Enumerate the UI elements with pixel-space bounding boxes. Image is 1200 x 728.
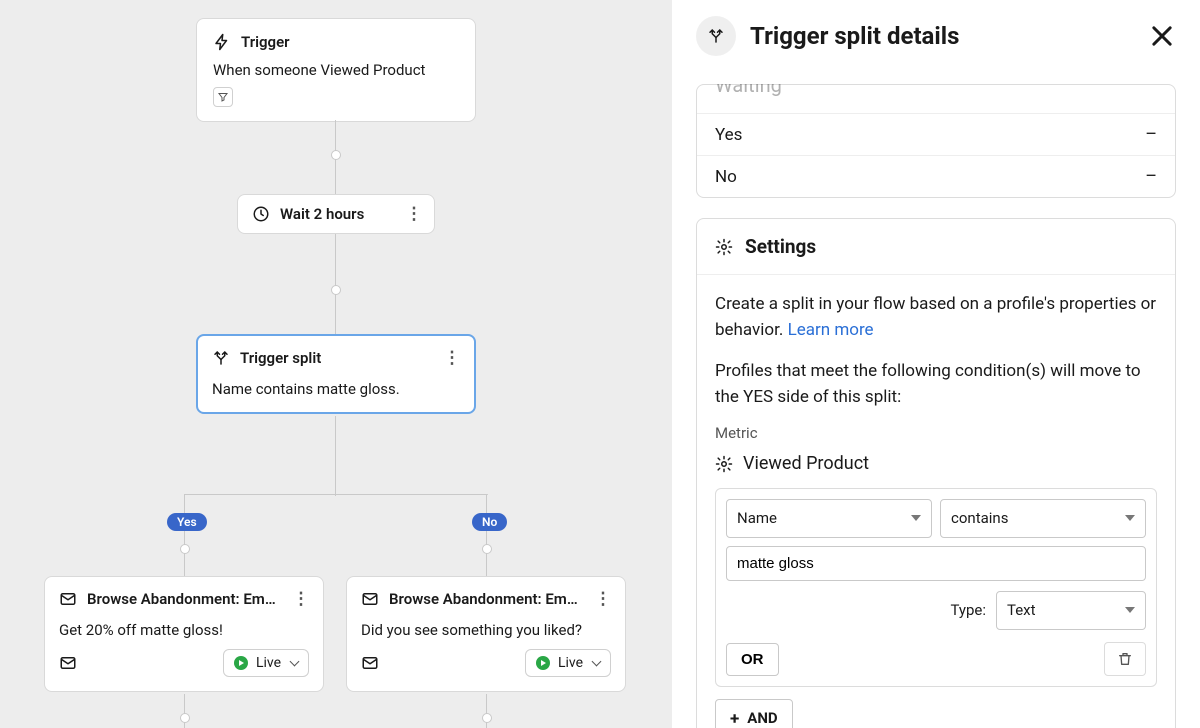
gear-icon[interactable]: [715, 455, 733, 473]
metric-value: Viewed Product: [743, 450, 869, 478]
add-node-dot[interactable]: [331, 285, 341, 295]
panel-title: Trigger split details: [750, 22, 1134, 50]
settings-desc-text: Create a split in your flow based on a p…: [715, 294, 1156, 340]
stat-no-label: No: [715, 167, 737, 187]
status-label: Live: [558, 655, 583, 671]
mail-small-icon: [59, 654, 77, 672]
stat-waiting-label: Waiting: [715, 84, 782, 97]
settings-section: Settings Create a split in your flow bas…: [696, 218, 1176, 728]
gear-icon: [715, 238, 733, 256]
connector: [486, 494, 487, 576]
stat-yes-value: –: [1145, 124, 1157, 145]
more-menu-button[interactable]: ⋮: [291, 589, 311, 609]
field-select[interactable]: Name: [726, 499, 932, 538]
more-menu-button[interactable]: ⋮: [593, 589, 613, 609]
add-node-dot[interactable]: [482, 713, 492, 723]
branch-badge-no: No: [472, 513, 507, 531]
and-button[interactable]: + AND: [715, 699, 793, 728]
connector: [335, 234, 336, 334]
status-dropdown[interactable]: Live: [223, 649, 309, 677]
plus-icon: +: [730, 712, 739, 726]
operator-select[interactable]: contains: [940, 499, 1146, 538]
type-select-value: Text: [1007, 599, 1036, 622]
mail-icon: [59, 590, 77, 608]
details-panel: Trigger split details Waiting Yes – No –…: [672, 0, 1200, 728]
trigger-card[interactable]: Trigger When someone Viewed Product: [196, 18, 476, 122]
add-node-dot[interactable]: [482, 544, 492, 554]
branch-badge-yes: Yes: [167, 513, 207, 531]
chevron-down-icon: [1125, 515, 1135, 521]
status-label: Live: [256, 655, 281, 671]
mail-icon: [361, 590, 379, 608]
settings-heading: Settings: [745, 235, 816, 258]
email-subject: Get 20% off matte gloss!: [45, 609, 323, 639]
chevron-down-icon: [592, 657, 602, 667]
split-icon: [212, 349, 230, 367]
split-icon: [707, 27, 725, 45]
or-button[interactable]: OR: [726, 643, 779, 676]
type-select[interactable]: Text: [996, 591, 1146, 630]
flow-canvas[interactable]: Trigger When someone Viewed Product Wait…: [0, 0, 672, 728]
stats-section: Waiting Yes – No –: [696, 84, 1176, 198]
chevron-down-icon: [1125, 607, 1135, 613]
more-menu-button[interactable]: ⋮: [404, 204, 424, 224]
wait-label: Wait 2 hours: [280, 205, 364, 223]
condition-group: Name contains Type: Text: [715, 488, 1157, 688]
type-label: Type:: [950, 599, 986, 622]
email-title: Browse Abandonment: Email…: [389, 590, 583, 608]
split-description: Name contains matte gloss.: [198, 380, 474, 412]
email-subject: Did you see something you liked?: [347, 609, 625, 639]
metric-label: Metric: [715, 422, 1157, 445]
chevron-down-icon: [290, 657, 300, 667]
status-dropdown[interactable]: Live: [525, 649, 611, 677]
connector: [335, 416, 336, 496]
chevron-down-icon: [911, 515, 921, 521]
connector: [184, 494, 185, 576]
bolt-icon: [213, 33, 231, 51]
split-label: Trigger split: [240, 349, 321, 367]
play-icon: [234, 656, 248, 670]
settings-desc: Create a split in your flow based on a p…: [715, 291, 1157, 344]
connector: [184, 494, 488, 495]
close-button[interactable]: [1148, 22, 1176, 50]
play-icon: [536, 656, 550, 670]
settings-desc2: Profiles that meet the following conditi…: [715, 358, 1157, 411]
stat-yes-label: Yes: [715, 125, 742, 145]
mail-small-icon: [361, 654, 379, 672]
add-node-dot[interactable]: [180, 544, 190, 554]
operator-select-value: contains: [951, 507, 1008, 530]
email-title: Browse Abandonment: Email…: [87, 590, 281, 608]
email-card-no[interactable]: Browse Abandonment: Email… ⋮ Did you see…: [346, 576, 626, 692]
stat-no-value: –: [1145, 166, 1157, 187]
field-select-value: Name: [737, 507, 777, 530]
split-icon-badge: [696, 16, 736, 56]
and-button-label: AND: [747, 707, 777, 728]
learn-more-link[interactable]: Learn more: [788, 320, 874, 340]
clock-icon: [252, 205, 270, 223]
add-node-dot[interactable]: [180, 713, 190, 723]
trigger-split-card[interactable]: Trigger split ⋮ Name contains matte glos…: [196, 334, 476, 414]
trigger-label: Trigger: [241, 33, 290, 51]
value-input[interactable]: [726, 546, 1146, 581]
more-menu-button[interactable]: ⋮: [442, 348, 462, 368]
add-node-dot[interactable]: [331, 150, 341, 160]
email-card-yes[interactable]: Browse Abandonment: Email… ⋮ Get 20% off…: [44, 576, 324, 692]
filter-icon[interactable]: [213, 87, 233, 107]
trigger-description: When someone Viewed Product: [213, 61, 459, 79]
delete-condition-button[interactable]: [1104, 642, 1146, 676]
wait-card[interactable]: Wait 2 hours ⋮: [237, 194, 435, 234]
